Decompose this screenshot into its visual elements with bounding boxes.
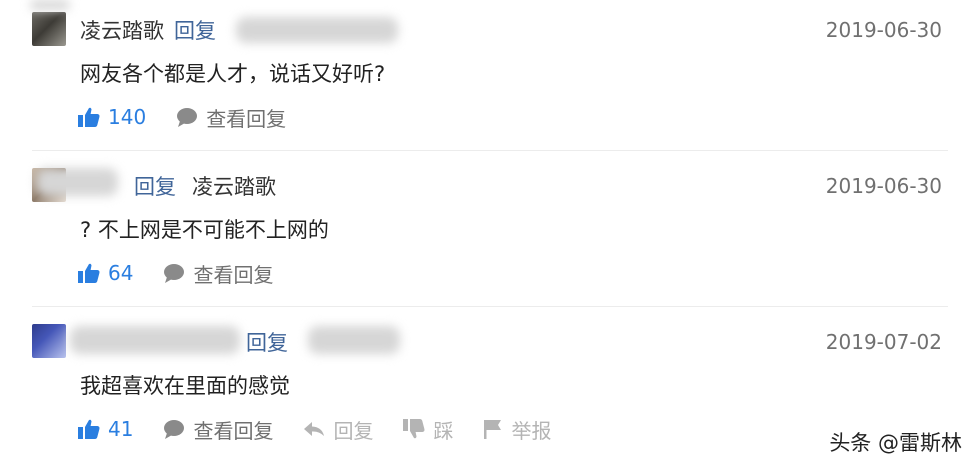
comment-item: 凌云踏歌 回复 2019-06-30 网友各个都是人才，说话又好听? 140 查… — [0, 0, 976, 155]
comment-text: ? 不上网是不可能不上网的 — [80, 218, 329, 242]
view-replies-button[interactable]: 查看回复 — [163, 259, 273, 288]
comment-date: 2019-06-30 — [825, 174, 942, 198]
chat-bubble-icon — [177, 108, 198, 127]
comment-actions: 64 查看回复 — [78, 256, 303, 290]
view-replies-label: 查看回复 — [193, 418, 274, 443]
view-replies-label: 查看回复 — [206, 106, 287, 131]
like-button[interactable]: 64 — [78, 261, 133, 285]
divider — [32, 150, 948, 151]
like-count: 140 — [108, 105, 147, 129]
thumbs-up-icon — [78, 107, 100, 127]
target-user[interactable]: 凌云踏歌 — [192, 171, 276, 201]
comment-text: 我超喜欢在里面的感觉 — [80, 374, 290, 398]
view-replies-button[interactable]: 查看回复 — [176, 103, 286, 132]
comment-item: 回复 凌云踏歌 2019-06-30 ? 不上网是不可能不上网的 64 查看回复 — [0, 156, 976, 311]
redacted-username — [36, 168, 118, 196]
comment-actions: 140 查看回复 — [78, 100, 316, 134]
comment-text: 网友各个都是人才，说话又好听? — [80, 62, 386, 86]
avatar[interactable] — [32, 12, 66, 46]
avatar[interactable] — [32, 324, 66, 358]
reply-arrow-icon — [304, 422, 325, 436]
redacted-target-user — [308, 326, 400, 354]
thumbs-down-icon — [403, 419, 425, 439]
comment-header: 回复 — [236, 326, 298, 358]
report-label: 举报 — [511, 418, 552, 443]
divider — [32, 306, 948, 307]
flag-icon — [484, 420, 502, 439]
reply-word: 回复 — [246, 331, 288, 355]
chat-bubble-icon — [164, 420, 185, 439]
thumbs-up-icon — [78, 263, 100, 283]
reply-word: 回复 — [134, 175, 176, 199]
redacted-username — [70, 326, 240, 354]
comment-actions: 41 查看回复 回复 踩 举报 — [78, 412, 581, 446]
like-button[interactable]: 140 — [78, 105, 146, 129]
comment-header: 回复 凌云踏歌 — [118, 170, 276, 202]
like-button[interactable]: 41 — [78, 417, 133, 441]
view-replies-button[interactable]: 查看回复 — [163, 415, 273, 444]
redacted-avatar-overlay — [30, 0, 70, 10]
redacted-username — [236, 17, 398, 43]
dislike-label: 踩 — [433, 418, 454, 443]
thumbs-up-icon — [78, 419, 100, 439]
comment-date: 2019-06-30 — [825, 18, 942, 42]
view-replies-label: 查看回复 — [193, 262, 274, 287]
comment-header: 凌云踏歌 回复 — [80, 14, 226, 46]
like-count: 64 — [108, 261, 134, 285]
like-count: 41 — [108, 417, 134, 441]
dislike-button[interactable]: 踩 — [403, 415, 453, 444]
author-name[interactable]: 凌云踏歌 — [80, 15, 164, 45]
watermark: 头条 @雷斯林 — [829, 431, 962, 455]
reply-button[interactable]: 回复 — [303, 415, 373, 444]
comment-date: 2019-07-02 — [825, 330, 942, 354]
chat-bubble-icon — [164, 264, 185, 283]
reply-label: 回复 — [333, 418, 374, 443]
reply-word: 回复 — [174, 19, 216, 43]
report-button[interactable]: 举报 — [483, 415, 551, 444]
